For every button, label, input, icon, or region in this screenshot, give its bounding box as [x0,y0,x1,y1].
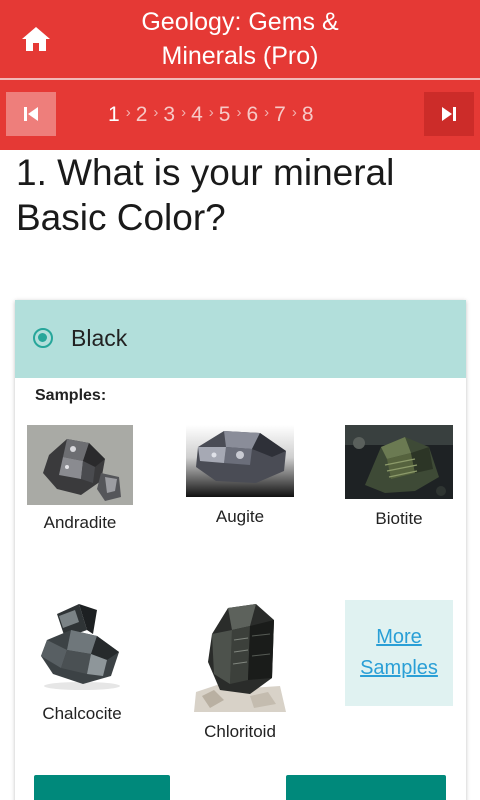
chloritoid-photo [190,600,290,712]
more-samples-label[interactable]: More Samples [345,622,453,684]
question-title: 1. What is your mineral Basic Color? [16,152,395,238]
chevron-right-icon: › [291,103,297,121]
sample-name: Chalcocite [42,704,122,723]
sample-biotite[interactable]: Biotite [345,425,453,545]
radio-selected-icon[interactable] [33,328,53,348]
step-navigation-bar: 1 › 2 › 3 › 4 › 5 › 6 › 7 › 8 [0,80,480,150]
bottom-button-left[interactable] [34,775,170,800]
chalcocite-photo [27,600,137,692]
biotite-photo [345,425,453,499]
sample-name: Augite [215,507,265,526]
step-8[interactable]: 8 [302,103,314,127]
home-icon [22,27,50,51]
chevron-right-icon: › [125,103,131,121]
step-3[interactable]: 3 [163,103,175,127]
app-bar: Geology: Gems & Minerals (Pro) [0,0,480,78]
augite-photo [186,425,294,497]
app-title: Geology: Gems & Minerals (Pro) [141,8,339,70]
first-step-button[interactable] [6,92,56,136]
step-6[interactable]: 6 [246,103,258,127]
sample-chloritoid[interactable]: Chloritoid [186,600,294,745]
chevron-right-icon: › [181,103,187,121]
chevron-right-icon: › [153,103,159,121]
sample-name: Chloritoid [204,722,276,741]
skip-previous-icon [24,107,38,121]
chevron-right-icon: › [208,103,214,121]
home-button[interactable] [14,20,58,58]
sample-augite[interactable]: Augite [186,425,294,545]
sample-name: Biotite [375,509,423,528]
sample-andradite[interactable]: Andradite [27,425,133,555]
step-5[interactable]: 5 [219,103,231,127]
more-samples-link[interactable]: More Samples [345,600,453,706]
skip-next-icon [442,107,456,121]
last-step-button[interactable] [424,92,474,136]
step-1[interactable]: 1 [108,103,120,127]
option-black[interactable]: Black [15,300,466,378]
bottom-button-right[interactable] [286,775,446,800]
step-2[interactable]: 2 [136,103,148,127]
step-4[interactable]: 4 [191,103,203,127]
andradite-photo [27,425,133,505]
chevron-right-icon: › [236,103,242,121]
sample-name: Andradite [43,513,117,532]
sample-chalcocite[interactable]: Chalcocite [27,600,137,730]
step-7[interactable]: 7 [274,103,286,127]
option-label: Black [71,325,128,351]
option-card: Black Samples: Andradite Augite Biotite … [15,300,466,800]
chevron-right-icon: › [264,103,270,121]
samples-label: Samples: [35,387,107,404]
step-list: 1 › 2 › 3 › 4 › 5 › 6 › 7 › 8 [108,100,378,130]
